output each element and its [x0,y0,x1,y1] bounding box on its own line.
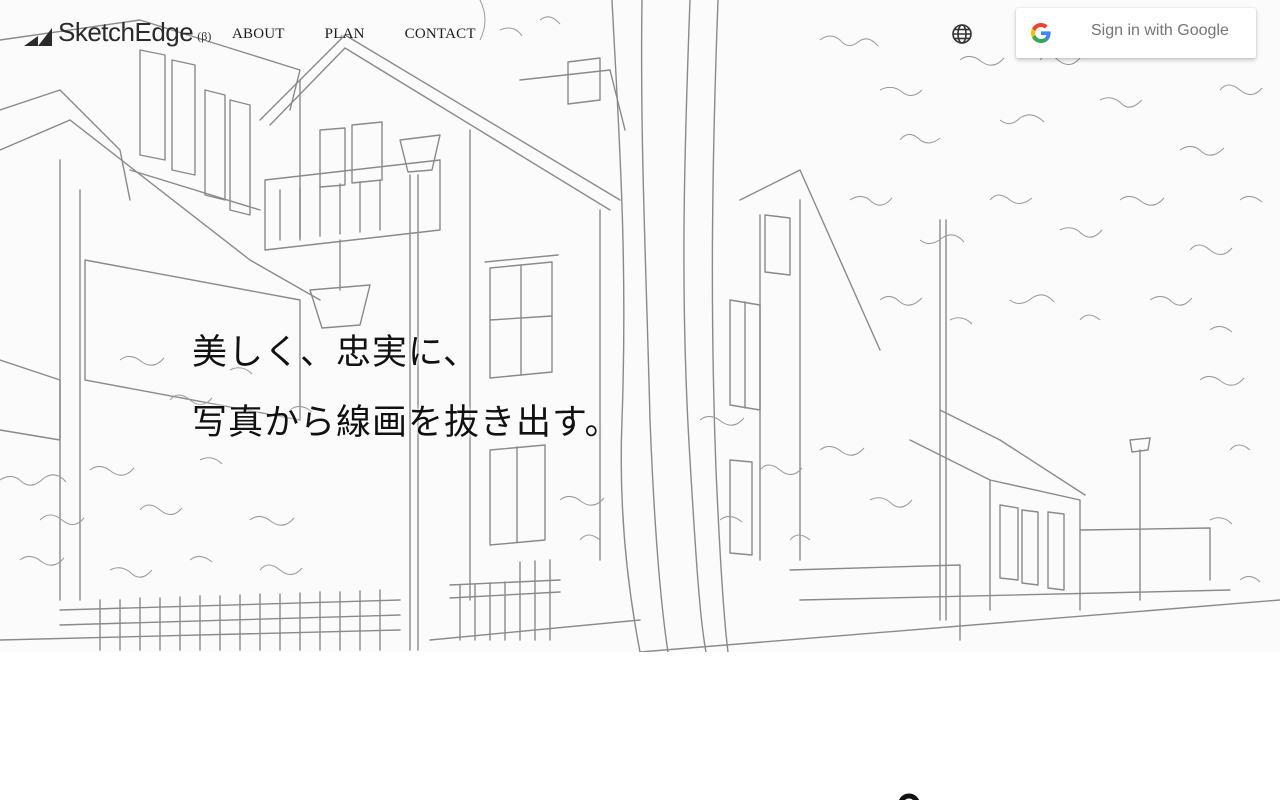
brand-name: SketchEdge [58,17,194,47]
google-signin-button[interactable]: Sign in with Google [1016,8,1256,58]
nav-about[interactable]: ABOUT [232,26,285,43]
nav-plan[interactable]: PLAN [325,26,365,43]
content-section [0,652,1280,800]
site-header: SketchEdge (β) ABOUT PLAN CONTACT Sign i… [0,0,1280,70]
hero-headline-line2: 写真から線画を抜き出す。 [192,403,621,443]
google-g-icon [1031,23,1051,43]
nav-contact[interactable]: CONTACT [405,26,476,43]
hero-headline: 美しく、忠実に、 写真から線画を抜き出す。 [192,318,621,458]
brand-logo[interactable]: SketchEdge (β) [24,18,211,46]
main-nav: ABOUT PLAN CONTACT [232,26,476,43]
hero-section: 美しく、忠実に、 写真から線画を抜き出す。 [0,0,1280,652]
brand-beta-badge: (β) [197,29,212,43]
hero-headline-line1: 美しく、忠実に、 [192,333,479,373]
globe-icon[interactable] [950,22,974,46]
section-icon [898,793,920,800]
google-signin-label: Sign in with Google [1091,22,1229,39]
logo-mark-icon [24,28,52,46]
